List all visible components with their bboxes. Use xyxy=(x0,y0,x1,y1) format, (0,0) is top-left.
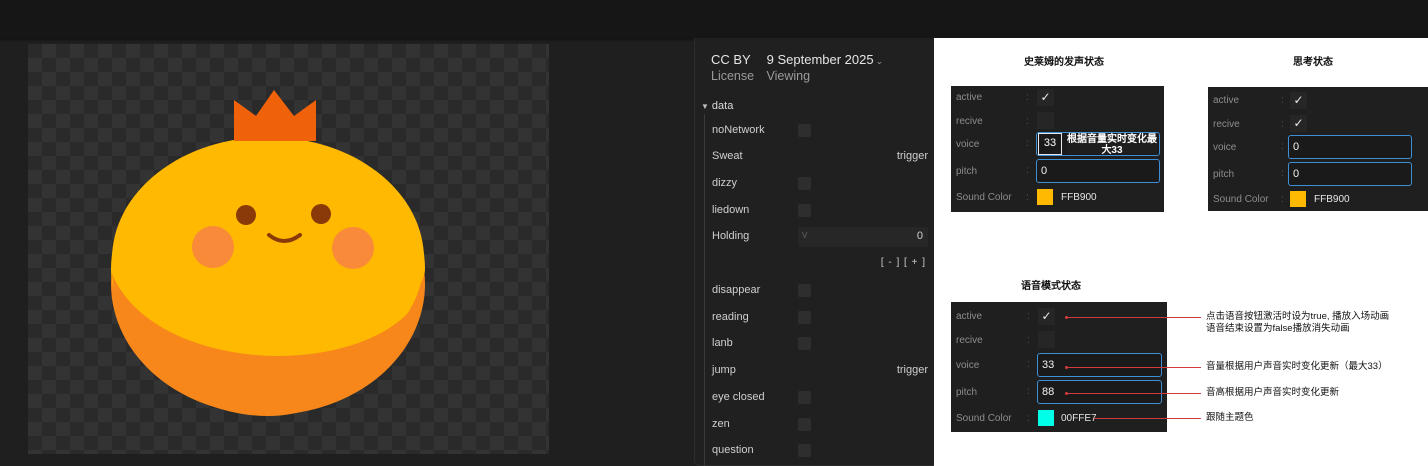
slime-character-illustration xyxy=(111,90,425,416)
annotation-line-active xyxy=(1067,317,1201,318)
crown-icon xyxy=(234,90,316,141)
property-checkbox[interactable] xyxy=(798,444,811,457)
property-label: zen xyxy=(712,418,730,430)
property-checkbox[interactable] xyxy=(798,124,811,137)
annotation-line-voice xyxy=(1067,367,1201,368)
sound-color-swatch[interactable] xyxy=(1038,410,1054,426)
recive-checkbox[interactable] xyxy=(1038,331,1055,348)
property-row[interactable]: zen xyxy=(712,415,928,435)
sound-color-hex: FFB900 xyxy=(1314,194,1350,205)
property-label: question xyxy=(712,444,754,456)
property-row[interactable]: jump trigger xyxy=(712,361,928,381)
recive-checkbox[interactable] xyxy=(1037,112,1054,129)
speaking-state-title: 史莱姆的发声状态 xyxy=(1024,57,1104,68)
state-documentation: 史莱姆的发声状态 active: ✓ recive: voice: 33 根据音… xyxy=(934,38,1428,466)
note-voice: 音量根据用户声音实时变化更新（最大33） xyxy=(1206,361,1388,372)
note-active-1: 点击语音按钮激活时设为true, 播放入场动画 xyxy=(1206,311,1390,322)
properties-panel: CC BY 9 September 2025 ⌄ License Viewing … xyxy=(694,38,934,466)
sound-color-hex: FFB900 xyxy=(1061,192,1097,203)
number-value: 0 xyxy=(916,230,923,242)
note-pitch: 音高根据用户声音实时变化更新 xyxy=(1206,387,1340,398)
date-dropdown[interactable]: 9 September 2025 ⌄ xyxy=(767,52,884,67)
property-checkbox[interactable] xyxy=(798,337,811,350)
property-label: noNetwork xyxy=(712,124,765,136)
property-row[interactable]: disappear xyxy=(712,281,928,301)
note-active-2: 语音结束设置为false播放消失动画 xyxy=(1206,323,1350,334)
data-section-header[interactable]: ▼ data xyxy=(701,100,733,112)
annotation-line-color xyxy=(1094,418,1201,419)
property-label: jump xyxy=(712,364,736,376)
license-value: CC BY xyxy=(711,52,751,67)
property-checkbox[interactable] xyxy=(798,284,811,297)
sound-color-swatch[interactable] xyxy=(1037,189,1053,205)
speaking-state-card: active: ✓ recive: voice: 33 根据音量实时变化最大33… xyxy=(951,86,1164,212)
left-eye xyxy=(236,205,256,225)
property-label: eye closed xyxy=(712,391,765,403)
active-checkbox[interactable]: ✓ xyxy=(1037,89,1054,106)
voice-note: 根据音量实时变化最大33 xyxy=(1067,134,1157,156)
pitch-field[interactable]: 0 xyxy=(1036,159,1160,183)
property-checkbox[interactable] xyxy=(798,177,811,190)
property-row[interactable]: lanb xyxy=(712,334,928,354)
left-cheek xyxy=(192,226,234,268)
property-checkbox[interactable] xyxy=(798,418,811,431)
trigger-button[interactable]: trigger xyxy=(897,364,928,376)
recive-checkbox[interactable]: ✓ xyxy=(1290,115,1307,132)
property-label: reading xyxy=(712,311,749,323)
voice-value: 33 xyxy=(1038,133,1062,155)
collapse-triangle-icon: ▼ xyxy=(701,102,709,111)
property-label: lanb xyxy=(712,337,733,349)
property-row[interactable]: liedown xyxy=(712,201,928,221)
active-checkbox[interactable]: ✓ xyxy=(1038,308,1055,325)
voice-field[interactable]: 0 xyxy=(1288,135,1412,159)
property-checkbox[interactable] xyxy=(798,311,811,324)
voice-mode-state-title: 语音模式状态 xyxy=(1021,281,1081,292)
property-label: Holding xyxy=(712,230,750,242)
property-row[interactable]: noNetwork xyxy=(712,121,928,141)
thinking-state-card: active: ✓ recive: ✓ voice: 0 pitch: 0 So… xyxy=(1208,87,1428,211)
property-label: Sweat xyxy=(712,150,743,162)
property-checkbox[interactable] xyxy=(798,204,811,217)
viewing-label: Viewing xyxy=(766,69,811,83)
annotation-line-pitch xyxy=(1067,393,1201,394)
pitch-field[interactable]: 0 xyxy=(1288,162,1412,186)
property-row[interactable]: dizzy xyxy=(712,174,928,194)
sound-color-hex: 00FFE7 xyxy=(1061,413,1097,424)
pitch-field[interactable]: 88 xyxy=(1037,380,1162,404)
property-row[interactable]: Sweat trigger xyxy=(712,147,928,167)
top-bar xyxy=(0,0,1428,38)
right-cheek xyxy=(332,227,374,269)
sound-color-swatch[interactable] xyxy=(1290,191,1306,207)
property-row[interactable]: question xyxy=(712,441,928,461)
property-row[interactable]: Holding V 0 xyxy=(712,227,928,247)
property-label: liedown xyxy=(712,204,750,216)
trigger-button[interactable]: trigger xyxy=(897,150,928,162)
property-label: disappear xyxy=(712,284,761,296)
active-checkbox[interactable]: ✓ xyxy=(1290,92,1307,109)
number-input[interactable]: V0 xyxy=(798,227,928,247)
property-row[interactable]: reading xyxy=(712,308,928,328)
note-color: 跟随主题色 xyxy=(1206,412,1254,423)
chevron-down-icon: ⌄ xyxy=(875,56,884,66)
file-meta: CC BY 9 September 2025 ⌄ License Viewing xyxy=(711,52,883,83)
artboard-canvas[interactable] xyxy=(28,44,549,454)
voice-field[interactable]: 33 xyxy=(1037,353,1162,377)
property-label: dizzy xyxy=(712,177,738,189)
thinking-state-title: 思考状态 xyxy=(1293,57,1333,68)
list-stepper[interactable]: [ - ] [ + ] xyxy=(881,257,926,268)
property-checkbox[interactable] xyxy=(798,391,811,404)
license-label: License xyxy=(711,69,755,83)
property-row[interactable]: eye closed xyxy=(712,388,928,408)
right-eye xyxy=(311,204,331,224)
number-prefix: V xyxy=(802,231,808,240)
